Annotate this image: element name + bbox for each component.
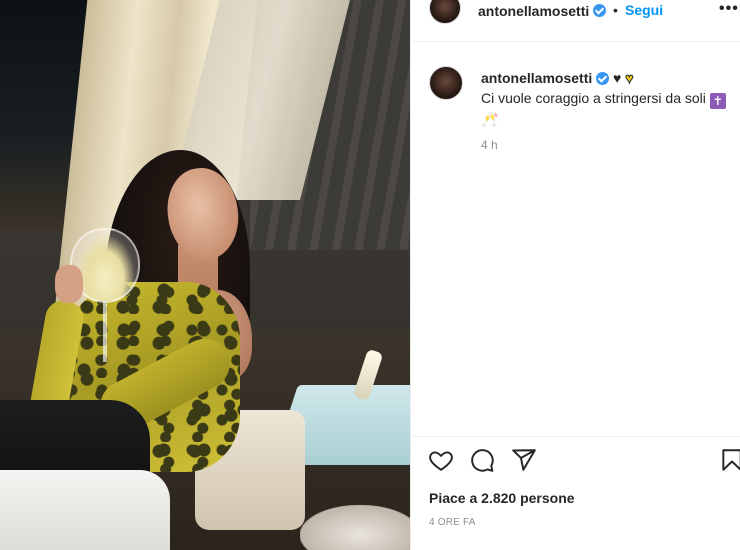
latin-cross-icon: ✝ [709,93,726,109]
avatar[interactable] [429,0,461,24]
black-heart-icon: ♥ [613,70,622,86]
post-side-panel: antonellamosetti • Segui ••• antonellamo… [410,0,740,550]
comment-icon[interactable] [469,447,495,473]
likes-count[interactable]: Piace a 2.820 persone [429,490,575,506]
verified-badge-icon [596,72,610,85]
bookmark-icon[interactable] [719,447,740,473]
share-icon[interactable] [511,447,537,473]
post-timestamp[interactable]: 4 ORE FA [429,517,476,528]
caption-username[interactable]: antonellamosetti [481,70,592,86]
header-separator: • [613,2,618,18]
heart-icon[interactable] [428,447,454,473]
post-photo[interactable] [0,0,410,550]
action-bar [411,436,740,482]
woman-hand [55,265,83,303]
verified-badge-icon [593,4,606,17]
caption-avatar[interactable] [429,66,463,100]
fur-rug [300,505,410,550]
header-username[interactable]: antonellamosetti [478,3,589,19]
follow-button[interactable]: Segui [625,2,663,18]
tablecloth [0,470,170,550]
caption-body: antonellamosetti ♥ ♥ Ci vuole coraggio a… [481,68,740,129]
wine-glass-stem [103,300,107,362]
caption-timestamp[interactable]: 4 h [481,138,498,152]
yellow-heart-icon: ♥ [625,70,634,87]
caption-text: Ci vuole coraggio a stringersi da soli [481,90,706,106]
clinking-glasses-icon: 🥂 [481,111,499,127]
post-header: antonellamosetti • Segui ••• [411,0,740,42]
more-options-button[interactable]: ••• [719,0,739,18]
